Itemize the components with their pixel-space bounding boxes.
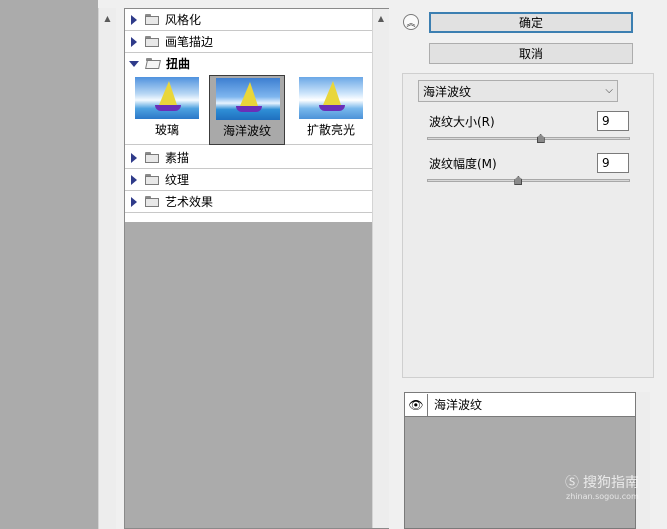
folder-icon [145, 14, 159, 25]
tree-scrollbar[interactable]: ▲ [372, 9, 389, 528]
effect-layer-row[interactable]: 👁 海洋波纹 [405, 393, 635, 417]
watermark-text: 搜狗指南 [583, 475, 639, 491]
category-brush-strokes[interactable]: 画笔描边 [125, 31, 372, 53]
expand-arrow-icon[interactable] [131, 152, 137, 163]
thumbnail-image [135, 77, 199, 119]
chevron-down-icon: ⌵ [605, 85, 613, 96]
watermark-icon: Ⓢ [565, 475, 579, 491]
thumb-label: 扩散亮光 [306, 123, 355, 137]
thumb-glass[interactable]: 玻璃 [129, 75, 205, 145]
thumb-label: 海洋波纹 [222, 124, 271, 138]
filter-thumbnails: 玻璃 海洋波纹 扩散亮光 [125, 73, 372, 145]
thumbnail-image [299, 77, 363, 119]
expand-arrow-icon[interactable] [131, 36, 137, 47]
eye-icon[interactable]: 👁 [405, 393, 428, 416]
category-label: 艺术效果 [165, 195, 214, 209]
category-sketch[interactable]: 素描 [125, 147, 372, 169]
ripple-magnitude-label: 波纹幅度(M) [429, 157, 497, 171]
folder-icon [145, 196, 159, 207]
category-label: 画笔描边 [165, 35, 214, 49]
category-texture[interactable]: 纹理 [125, 169, 372, 191]
collapse-arrow-icon[interactable] [129, 60, 139, 67]
category-label: 扭曲 [166, 57, 191, 71]
preview-scrollbar[interactable]: ▲ [98, 8, 116, 529]
preview-canvas[interactable] [0, 0, 98, 529]
effect-layer-name: 海洋波纹 [434, 398, 483, 412]
cancel-button[interactable]: 取消 [429, 43, 633, 64]
filter-select-value: 海洋波纹 [423, 84, 472, 99]
folder-icon [145, 152, 159, 163]
ripple-magnitude-slider[interactable] [427, 179, 630, 182]
filter-category-list: 风格化 画笔描边 扭曲 玻璃 海洋波纹 扩散亮光 素描 纹理 艺术效果 [125, 9, 372, 222]
watermark-logo: Ⓢ 搜狗指南 [565, 470, 665, 494]
double-chevron-up-icon[interactable]: ︽ [403, 14, 419, 30]
scroll-up-icon[interactable]: ▲ [373, 11, 389, 25]
category-distort[interactable]: 扭曲 [125, 53, 372, 74]
expand-arrow-icon[interactable] [131, 14, 137, 25]
effect-layers-panel: 👁 海洋波纹 [404, 392, 636, 529]
category-label: 素描 [165, 151, 190, 165]
category-label: 纹理 [165, 173, 190, 187]
ripple-size-slider-handle[interactable] [536, 134, 545, 143]
ripple-magnitude-input[interactable]: 9 [597, 153, 629, 173]
ripple-size-input[interactable]: 9 [597, 111, 629, 131]
watermark-url: zhinan.sogou.com [566, 492, 639, 501]
ripple-size-slider[interactable] [427, 137, 630, 140]
thumb-label: 玻璃 [154, 123, 179, 137]
category-label: 风格化 [165, 13, 202, 27]
category-artistic[interactable]: 艺术效果 [125, 191, 372, 213]
folder-icon [145, 36, 159, 47]
layers-scrollbar[interactable] [636, 392, 650, 529]
ripple-size-label: 波纹大小(R) [429, 115, 495, 129]
thumb-ocean-ripple[interactable]: 海洋波纹 [209, 75, 285, 145]
folder-icon [145, 174, 159, 185]
thumbnail-image [216, 78, 280, 120]
folder-open-icon [146, 58, 160, 69]
filter-tree-panel: 风格化 画笔描边 扭曲 玻璃 海洋波纹 扩散亮光 素描 纹理 艺术效果 ▲ [124, 8, 389, 529]
filter-settings-panel: 海洋波纹 ⌵ 波纹大小(R) 9 波纹幅度(M) 9 [402, 73, 654, 378]
expand-arrow-icon[interactable] [131, 196, 137, 207]
ok-button[interactable]: 确定 [429, 12, 633, 33]
ripple-magnitude-slider-handle[interactable] [514, 176, 523, 185]
thumb-diffuse-glow[interactable]: 扩散亮光 [293, 75, 369, 145]
expand-arrow-icon[interactable] [131, 174, 137, 185]
filter-select[interactable]: 海洋波纹 ⌵ [418, 80, 618, 102]
category-stylize[interactable]: 风格化 [125, 9, 372, 31]
divider [116, 0, 124, 529]
scroll-up-icon[interactable]: ▲ [99, 10, 116, 26]
